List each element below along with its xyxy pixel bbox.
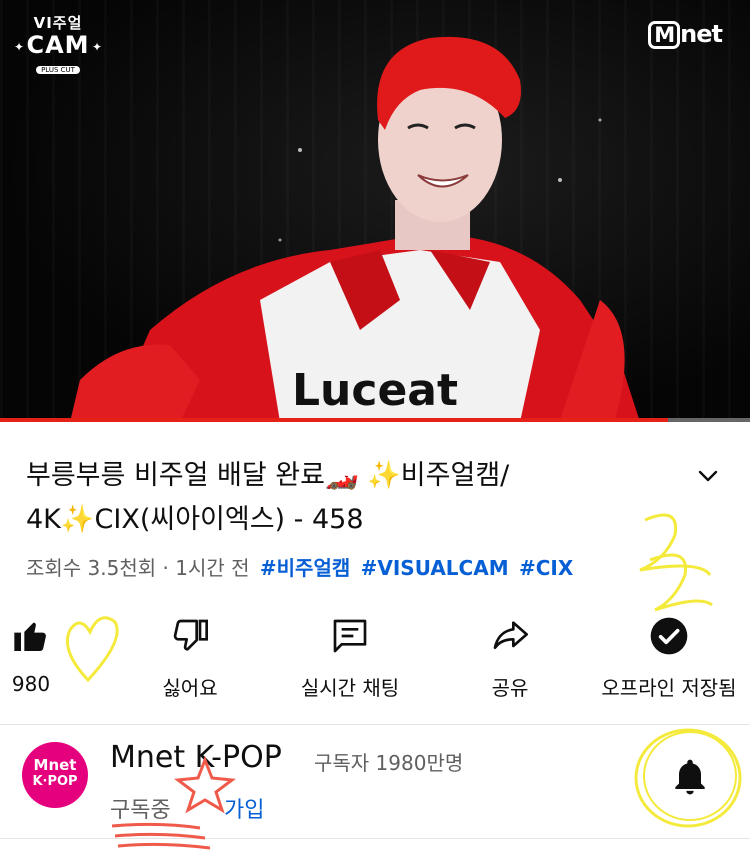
live-chat-icon xyxy=(333,619,367,653)
subscriber-count: 구독자 1980만명 xyxy=(314,751,464,775)
hashtag-link[interactable]: #비주얼캠 xyxy=(260,556,350,580)
share-button[interactable]: 공유 xyxy=(470,612,550,701)
subscribed-button[interactable]: 구독중 xyxy=(110,792,171,824)
sparkle-icon: ✦ xyxy=(14,40,25,54)
share-label: 공유 xyxy=(491,676,529,700)
join-button[interactable]: 가입 xyxy=(224,792,264,824)
live-chat-button[interactable]: 실시간 채팅 xyxy=(290,612,410,701)
avatar-text-top: Mnet xyxy=(33,756,77,774)
hashtag-link[interactable]: #VISUALCAM xyxy=(361,556,509,580)
bell-icon[interactable] xyxy=(668,756,712,800)
progress-bar[interactable] xyxy=(0,418,750,422)
video-player[interactable]: Luceat VI주얼 CAM PLUS CUT ✦ ✦ Mnet xyxy=(0,0,750,422)
watermark-bottom-text: PLUS CUT xyxy=(36,66,80,74)
mnet-logo-m: M xyxy=(648,21,681,49)
jersey-text: Luceat xyxy=(292,365,458,416)
dislike-label: 싫어요 xyxy=(162,676,218,700)
offline-saved-label: 오프라인 저장됨 xyxy=(601,676,737,700)
swirl-doodle xyxy=(649,553,713,612)
watermark-main-text: CAM xyxy=(26,31,90,59)
video-title-line-1: 부릉부릉 비주얼 배달 완료🏎️ ✨비주얼캠/ xyxy=(26,460,510,491)
sparkle-icon: ✦ xyxy=(91,40,102,54)
underline-doodle xyxy=(111,822,201,830)
live-chat-label: 실시간 채팅 xyxy=(300,676,400,700)
dislike-button[interactable]: 싫어요 xyxy=(140,612,240,701)
progress-bar-fill xyxy=(0,418,668,422)
divider xyxy=(0,838,750,839)
mnet-logo-rest: net xyxy=(680,20,723,48)
video-title-line-2: 4K✨CIX(씨아이엑스) - 458 xyxy=(26,504,364,535)
performer-figure: Luceat xyxy=(70,36,640,422)
view-count-time: 조회수 3.5천회 · 1시간 전 xyxy=(26,556,250,580)
share-icon xyxy=(493,621,528,649)
channel-avatar[interactable]: Mnet K·POP xyxy=(22,742,88,808)
visual-cam-watermark: VI주얼 CAM PLUS CUT ✦ ✦ xyxy=(14,12,102,76)
video-title[interactable]: 부릉부릉 비주얼 배달 완료🏎️ ✨비주얼캠/ 4K✨CIX(씨아이엑스) - … xyxy=(26,454,666,542)
channel-name[interactable]: Mnet K-POP xyxy=(110,740,282,775)
watermark-top-text: VI주얼 xyxy=(33,14,83,32)
downloaded-check-icon xyxy=(650,617,688,655)
like-button[interactable]: 980 xyxy=(6,612,56,696)
offline-saved-button[interactable]: 오프라인 저장됨 xyxy=(590,612,748,701)
video-metadata: 조회수 3.5천회 · 1시간 전 #비주얼캠 #VISUALCAM #CIX xyxy=(26,552,573,581)
action-bar: 980 싫어요 실시간 채팅 공유 오프라인 저장됨 xyxy=(0,612,750,702)
chevron-down-icon[interactable] xyxy=(692,460,724,492)
mnet-logo: Mnet xyxy=(648,20,723,49)
thumbs-down-icon xyxy=(173,619,208,651)
thumbs-up-icon xyxy=(14,622,46,651)
hashtag-link[interactable]: #CIX xyxy=(519,556,573,580)
avatar-text-bottom: K·POP xyxy=(32,774,78,789)
like-count: 980 xyxy=(11,672,51,696)
divider xyxy=(0,724,750,725)
